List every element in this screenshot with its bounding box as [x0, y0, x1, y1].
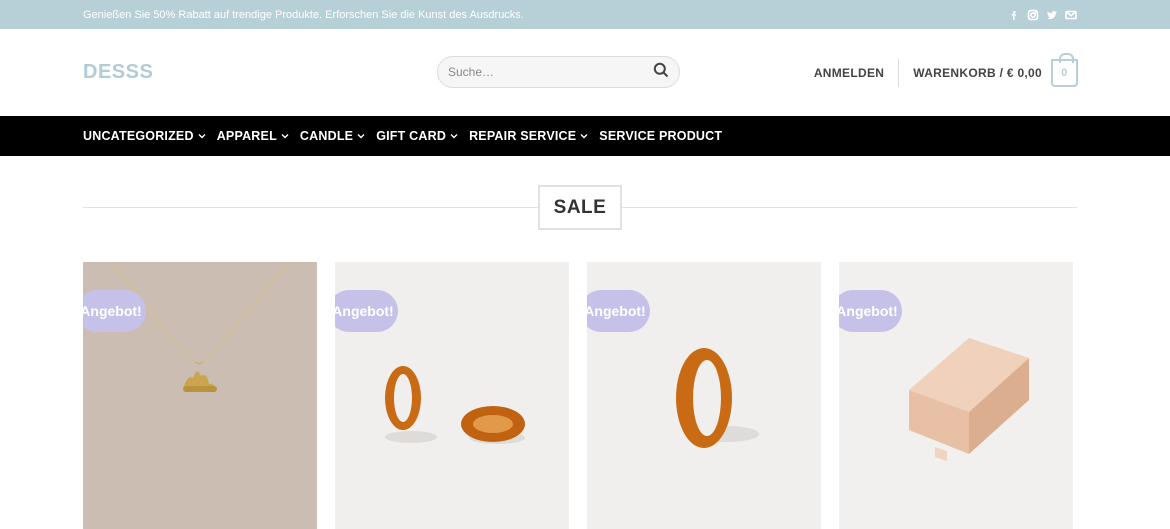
product-card[interactable]: Angebot! — [335, 262, 569, 529]
cart-label: WARENKORB / € 0,00 — [913, 65, 1042, 80]
nav-item-gift-card[interactable]: GIFT CARD — [376, 129, 458, 143]
nav-item-label: UNCATEGORIZED — [83, 129, 194, 143]
main-nav: UNCATEGORIZED APPAREL CANDLE GIFT CARD R… — [0, 116, 1170, 156]
search-box — [437, 56, 680, 88]
nav-item-label: SERVICE PRODUCT — [599, 129, 723, 143]
search-input[interactable] — [448, 65, 653, 79]
facebook-icon[interactable] — [1007, 8, 1020, 21]
chevron-down-icon — [357, 133, 365, 140]
sale-badge: Angebot! — [587, 290, 650, 332]
twitter-icon[interactable] — [1045, 8, 1058, 21]
section-title: SALE — [538, 185, 622, 230]
cart-count: 0 — [1061, 66, 1068, 79]
product-grid: Angebot! Angebot! Angebot! Angebot! — [83, 262, 1073, 529]
nav-item-candle[interactable]: CANDLE — [299, 129, 365, 143]
search-icon[interactable] — [653, 62, 669, 83]
nav-item-uncategorized[interactable]: UNCATEGORIZED — [83, 129, 206, 143]
nav-item-service-product[interactable]: SERVICE PRODUCT — [599, 129, 722, 143]
chevron-down-icon — [580, 133, 588, 140]
email-icon[interactable] — [1064, 8, 1077, 21]
top-bar: Genießen Sie 50% Rabatt auf trendige Pro… — [0, 0, 1170, 29]
sale-badge: Angebot! — [83, 290, 146, 332]
cart-count-icon[interactable]: 0 — [1051, 52, 1078, 87]
chevron-down-icon — [281, 133, 289, 140]
nav-item-apparel[interactable]: APPAREL — [216, 129, 289, 143]
chevron-down-icon — [450, 133, 458, 140]
nav-item-label: GIFT CARD — [376, 129, 447, 143]
product-card[interactable]: Angebot! — [839, 262, 1073, 529]
account-cart-area: ANMELDEN WARENKORB / € 0,00 0 — [814, 52, 1078, 87]
site-logo[interactable]: DESSS — [83, 61, 153, 84]
promo-text: Genießen Sie 50% Rabatt auf trendige Pro… — [83, 8, 524, 21]
nav-item-label: CANDLE — [299, 129, 354, 143]
chevron-down-icon — [198, 133, 206, 140]
sale-badge: Angebot! — [335, 290, 398, 332]
sale-badge: Angebot! — [839, 290, 902, 332]
nav-item-repair-service[interactable]: REPAIR SERVICE — [469, 129, 588, 143]
product-card[interactable]: Angebot! — [83, 262, 317, 529]
nav-item-label: REPAIR SERVICE — [469, 129, 577, 143]
instagram-icon[interactable] — [1026, 8, 1039, 21]
cart-link[interactable]: WARENKORB / € 0,00 0 — [899, 52, 1078, 87]
login-link[interactable]: ANMELDEN — [814, 58, 900, 87]
social-links — [1007, 8, 1077, 21]
site-header: DESSS ANMELDEN WARENKORB / € 0,00 0 — [0, 29, 1170, 116]
nav-item-label: APPAREL — [216, 129, 277, 143]
product-card[interactable]: Angebot! — [587, 262, 821, 529]
section-heading: SALE — [0, 156, 1170, 261]
